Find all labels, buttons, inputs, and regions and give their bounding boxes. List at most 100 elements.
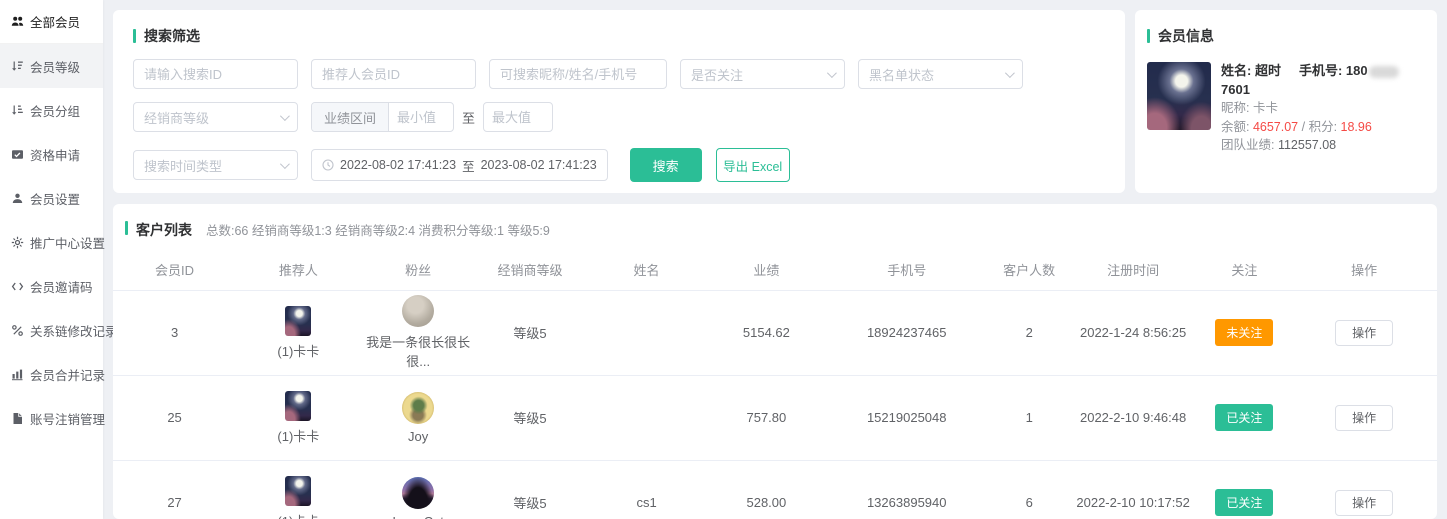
- sidebar-item-label: 会员邀请码: [30, 277, 93, 296]
- cell-dealer-level: 等级5: [476, 290, 585, 375]
- row-action-button[interactable]: 操作: [1335, 320, 1393, 346]
- follow-status-badge: 已关注: [1215, 489, 1273, 516]
- referrer-avatar: [285, 476, 311, 506]
- cell-customers: 1: [989, 375, 1068, 460]
- keyword-input[interactable]: [489, 59, 667, 89]
- blacklist-status-select[interactable]: 黑名单状态: [858, 59, 1023, 89]
- cell-name: [584, 290, 708, 375]
- sidebar-item-member-level[interactable]: 会员等级: [0, 44, 103, 88]
- sidebar-item-label: 推广中心设置: [30, 233, 105, 252]
- member-nickname-line: 昵称: 卡卡: [1221, 99, 1425, 118]
- sidebar-item-qualification[interactable]: 资格申请: [0, 132, 103, 176]
- sidebar-item-relation-log[interactable]: 关系链修改记录: [0, 308, 103, 352]
- follow-status-badge: 已关注: [1215, 404, 1273, 431]
- sidebar-item-merge-log[interactable]: 会员合并记录: [0, 352, 103, 396]
- sidebar-item-all-members[interactable]: 全部会员: [0, 0, 103, 44]
- search-filter-card: 搜索筛选 是否关注 黑名单状态: [113, 10, 1125, 193]
- chevron-down-icon: [280, 159, 290, 169]
- performance-min-input[interactable]: [389, 110, 453, 125]
- export-excel-button[interactable]: 导出 Excel: [716, 148, 790, 182]
- phone-redacted-blur: [1369, 66, 1399, 78]
- member-phone-prefix: 180: [1346, 63, 1368, 78]
- table-row: 25 (1)卡卡 Joy 等级5 757.80 15219025048 1 20…: [113, 375, 1437, 460]
- dealer-level-select[interactable]: 经销商等级: [133, 102, 298, 132]
- cell-phone: 15219025048: [824, 375, 990, 460]
- member-team-line: 团队业绩: 112557.08: [1221, 136, 1425, 155]
- date-to-label: 至: [462, 156, 475, 175]
- fan-avatar: [402, 295, 434, 327]
- performance-range-group: 业绩区间: [311, 102, 454, 132]
- col-performance: 业绩: [709, 250, 824, 290]
- customer-list-card: 客户列表 总数:66 经销商等级1:3 经销商等级2:4 消费积分等级:1 等级…: [113, 204, 1437, 519]
- col-dealer-level: 经销商等级: [476, 250, 585, 290]
- member-avatar: [1147, 62, 1211, 130]
- member-name: 超时: [1255, 63, 1281, 78]
- col-fan: 粉丝: [361, 250, 476, 290]
- page: 全部会员 会员等级 会员分组 资格申请 会员设置 推广中心设置 会员邀请码 关: [0, 0, 1447, 519]
- fan-nickname: Joy: [408, 429, 428, 444]
- search-id-input[interactable]: [133, 59, 298, 89]
- fan-avatar: [402, 392, 434, 424]
- referrer-id-input[interactable]: [311, 59, 476, 89]
- sidebar-item-promotion-settings[interactable]: 推广中心设置: [0, 220, 103, 264]
- sidebar-item-label: 账号注销管理: [30, 409, 105, 428]
- row-action-button[interactable]: 操作: [1335, 405, 1393, 431]
- col-name: 姓名: [584, 250, 708, 290]
- date-end: 2023-08-02 17:41:23: [481, 158, 597, 172]
- date-range-picker[interactable]: 2022-08-02 17:41:23 至 2023-08-02 17:41:2…: [311, 149, 608, 181]
- cell-performance: 757.80: [709, 375, 824, 460]
- col-registered: 注册时间: [1069, 250, 1197, 290]
- date-start: 2022-08-02 17:41:23: [340, 158, 456, 172]
- col-referrer: 推荐人: [236, 250, 360, 290]
- time-type-select[interactable]: 搜索时间类型: [133, 150, 298, 180]
- sidebar-item-invite-code[interactable]: 会员邀请码: [0, 264, 103, 308]
- col-member-id: 会员ID: [113, 250, 236, 290]
- sort-alpha-icon: [11, 104, 24, 117]
- member-nickname: 卡卡: [1253, 101, 1278, 115]
- member-points: 18.96: [1341, 120, 1372, 134]
- list-title: 客户列表: [136, 220, 192, 240]
- cell-phone: 18924237465: [824, 290, 990, 375]
- member-team-performance: 112557.08: [1278, 138, 1336, 152]
- referrer-name: (1)卡卡: [277, 426, 319, 445]
- follow-status-badge: 未关注: [1215, 319, 1273, 346]
- sidebar-item-member-settings[interactable]: 会员设置: [0, 176, 103, 220]
- col-follow: 关注: [1197, 250, 1291, 290]
- cell-dealer-level: 等级5: [476, 460, 585, 519]
- performance-range-label: 业绩区间: [312, 103, 389, 131]
- col-action: 操作: [1291, 250, 1437, 290]
- cell-performance: 5154.62: [709, 290, 824, 375]
- cell-customers: 6: [989, 460, 1068, 519]
- referrer-name: (1)卡卡: [277, 341, 319, 360]
- clock-icon: [322, 159, 334, 171]
- cell-member-id: 25: [113, 375, 236, 460]
- member-balance: 4657.07: [1253, 120, 1298, 134]
- customer-table: 会员ID 推荐人 粉丝 经销商等级 姓名 业绩 手机号 客户人数 注册时间 关注…: [113, 250, 1437, 519]
- sidebar-item-label: 全部会员: [30, 12, 80, 31]
- follow-status-select[interactable]: 是否关注: [680, 59, 845, 89]
- sidebar-item-label: 会员分组: [30, 101, 80, 120]
- cell-name: [584, 375, 708, 460]
- search-button[interactable]: 搜索: [630, 148, 702, 182]
- fan-nickname: 我是一条很长很长很...: [361, 332, 476, 370]
- row-action-button[interactable]: 操作: [1335, 490, 1393, 516]
- range-to-label: 至: [462, 108, 475, 127]
- performance-max-input[interactable]: [483, 102, 553, 132]
- fan-nickname: Lazy Cat: [393, 514, 444, 519]
- member-info-card: 会员信息 姓名: 超时手机号: 1807601 昵称: 卡卡 余额: 4657.…: [1135, 10, 1437, 193]
- sidebar-item-label: 会员设置: [30, 189, 80, 208]
- title-accent-bar: [1147, 29, 1150, 43]
- sidebar-item-account-cancel[interactable]: 账号注销管理: [0, 396, 103, 440]
- table-header-row: 会员ID 推荐人 粉丝 经销商等级 姓名 业绩 手机号 客户人数 注册时间 关注…: [113, 250, 1437, 290]
- cell-customers: 2: [989, 290, 1068, 375]
- sidebar-item-label: 资格申请: [30, 145, 80, 164]
- member-name-phone-line: 姓名: 超时手机号: 1807601: [1221, 62, 1425, 99]
- main-content: 搜索筛选 是否关注 黑名单状态: [103, 0, 1447, 519]
- cell-registered: 2022-1-24 8:56:25: [1069, 290, 1197, 375]
- sidebar-item-member-group[interactable]: 会员分组: [0, 88, 103, 132]
- fan-avatar: [402, 477, 434, 509]
- users-icon: [11, 15, 24, 28]
- referrer-avatar: [285, 306, 311, 336]
- table-row: 27 (1)卡卡 Lazy Cat 等级5 cs1 528.00 1326389…: [113, 460, 1437, 519]
- member-balance-line: 余额: 4657.07 / 积分: 18.96: [1221, 118, 1425, 137]
